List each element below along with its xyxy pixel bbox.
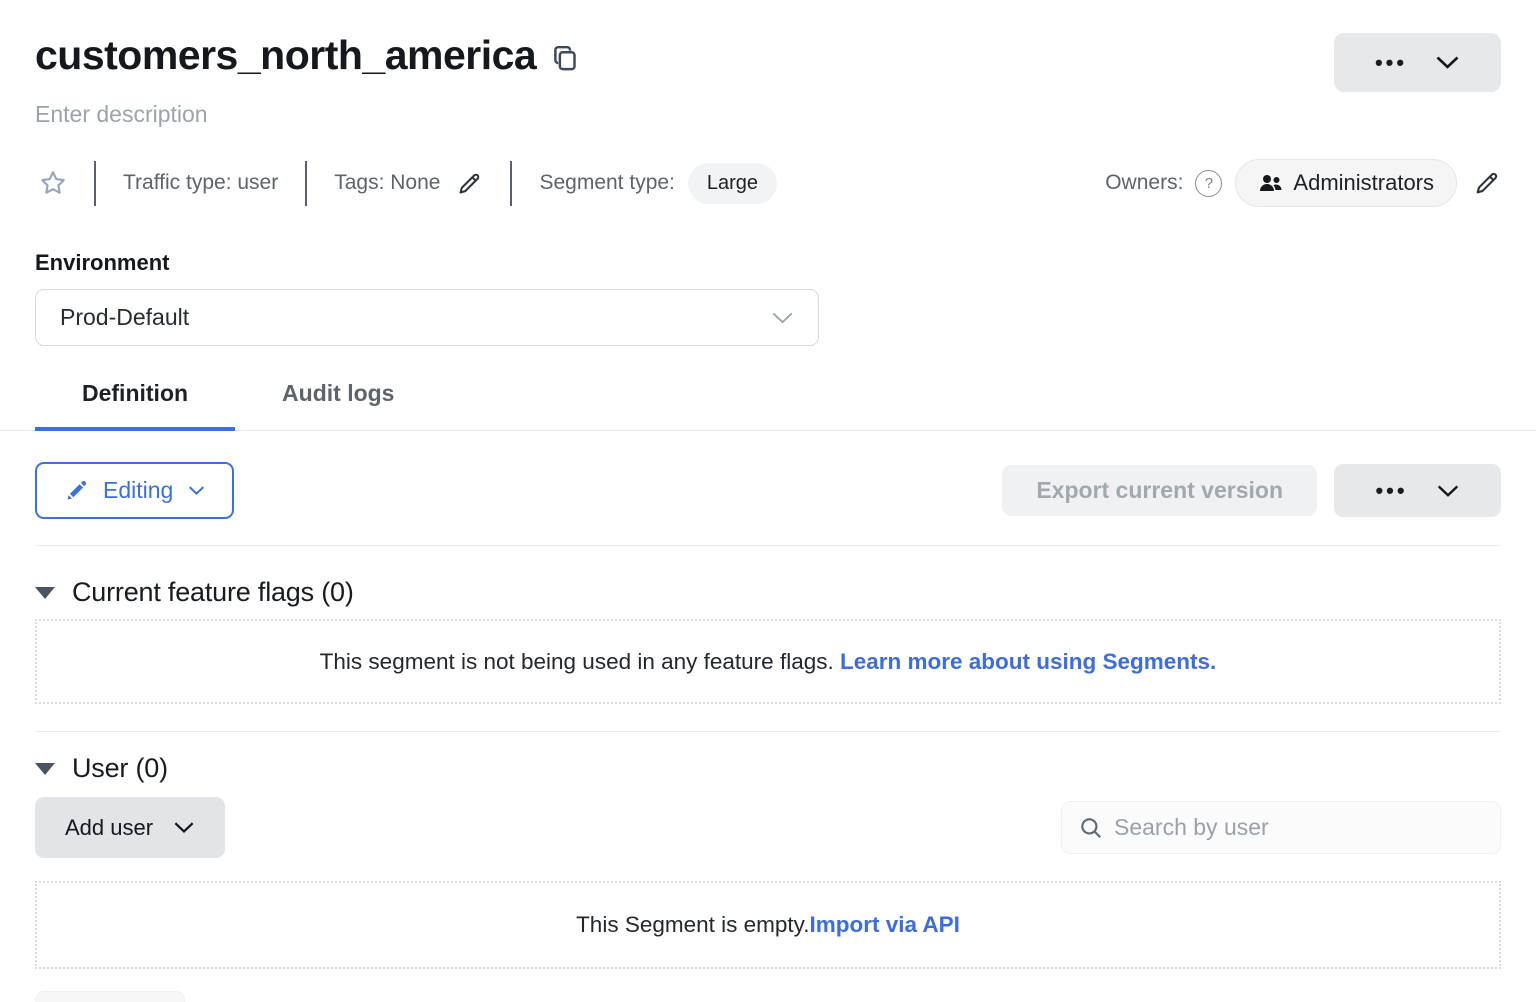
segment-type-badge: Large <box>688 163 777 204</box>
feature-flags-section-header[interactable]: Current feature flags (0) <box>35 577 1501 608</box>
edit-owners-icon[interactable] <box>1473 169 1501 197</box>
segment-type-label: Segment type: <box>539 171 674 195</box>
divider <box>35 731 1501 732</box>
ellipsis-icon: ••• <box>1375 480 1407 502</box>
search-icon <box>1078 815 1104 841</box>
import-via-api-link[interactable]: Import via API <box>809 912 959 937</box>
feature-flags-section-title: Current feature flags (0) <box>72 577 354 608</box>
add-user-button[interactable]: Add user <box>35 797 225 858</box>
definition-toolbar: Editing Export current version ••• <box>35 462 1501 519</box>
collapse-triangle-icon <box>35 763 55 775</box>
export-current-version-button[interactable]: Export current version <box>1002 465 1317 516</box>
editing-mode-button[interactable]: Editing <box>35 462 234 519</box>
feature-flags-empty-state: This segment is not being used in any fe… <box>35 619 1501 704</box>
user-section-header[interactable]: User (0) <box>35 753 1501 784</box>
page-title: customers_north_america <box>35 32 536 79</box>
traffic-type-label: Traffic type: user <box>123 171 278 195</box>
search-by-user-input[interactable] <box>1114 814 1484 841</box>
chevron-down-icon <box>188 485 205 496</box>
user-search-box[interactable] <box>1061 801 1501 854</box>
environment-select[interactable]: Prod-Default <box>35 289 819 346</box>
tab-definition[interactable]: Definition <box>35 380 235 431</box>
pencil-icon <box>64 479 88 503</box>
segment-meta-row: Traffic type: user Tags: None Segment ty… <box>35 159 1501 207</box>
chevron-down-icon <box>1435 55 1460 70</box>
editing-label: Editing <box>103 477 173 504</box>
cutoff-element <box>35 991 185 1002</box>
owners-label: Owners: <box>1105 171 1183 195</box>
ellipsis-icon: ••• <box>1375 52 1407 74</box>
tab-bar: Definition Audit logs <box>0 380 1536 431</box>
divider <box>305 161 307 206</box>
user-controls-row: Add user <box>35 797 1501 858</box>
learn-more-segments-link[interactable]: Learn more about using Segments. <box>840 649 1216 674</box>
user-empty-text: This Segment is empty. <box>576 912 809 937</box>
chevron-down-icon <box>173 821 195 834</box>
environment-selected-value: Prod-Default <box>60 304 189 331</box>
owners-badge[interactable]: Administrators <box>1235 159 1457 207</box>
edit-tags-icon[interactable] <box>456 170 483 197</box>
chevron-down-icon <box>771 311 794 325</box>
tags-label: Tags: None <box>334 171 440 195</box>
owners-group: Owners: ? Administrators <box>1105 159 1501 207</box>
help-icon[interactable]: ? <box>1195 170 1222 197</box>
people-icon <box>1258 172 1283 194</box>
copy-icon[interactable] <box>552 44 579 74</box>
favorite-star-icon[interactable] <box>39 169 67 197</box>
segment-detail-page: customers_north_america Enter descriptio… <box>0 0 1536 1002</box>
collapse-triangle-icon <box>35 587 55 599</box>
user-section-title: User (0) <box>72 753 168 784</box>
toolbar-more-menu-button[interactable]: ••• <box>1334 464 1501 517</box>
environment-label: Environment <box>35 250 1501 276</box>
header-more-menu-button[interactable]: ••• <box>1334 33 1501 92</box>
title-row: customers_north_america <box>35 0 1501 79</box>
owners-value: Administrators <box>1293 170 1434 196</box>
chevron-down-icon <box>1436 484 1460 498</box>
divider <box>510 161 512 206</box>
toolbar-right-group: Export current version ••• <box>1002 464 1501 517</box>
divider <box>35 545 1501 546</box>
description-placeholder[interactable]: Enter description <box>35 101 1501 128</box>
tab-audit-logs[interactable]: Audit logs <box>235 380 441 431</box>
user-empty-state: This Segment is empty.Import via API <box>35 881 1501 969</box>
add-user-label: Add user <box>65 815 153 841</box>
divider <box>94 161 96 206</box>
feature-flags-empty-text: This segment is not being used in any fe… <box>320 649 840 674</box>
